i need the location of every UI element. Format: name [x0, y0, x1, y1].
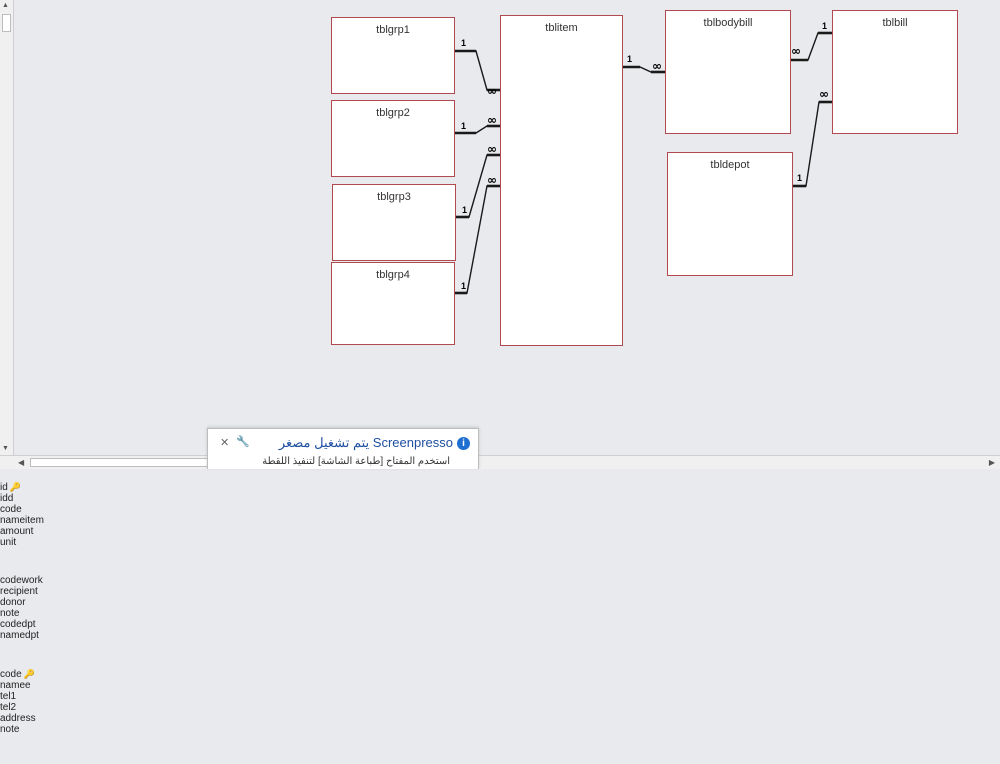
table-tbldepot[interactable]: tbldepot: [667, 152, 793, 276]
cardinality-many-label: ∞: [487, 113, 497, 127]
field-list[interactable]: ▲ ▼ id🔑iddcodenameitemamountunit: [0, 0, 112, 575]
info-icon: i: [457, 437, 470, 451]
table-tblgrp2[interactable]: tblgrp2: [331, 100, 455, 177]
field-row[interactable]: tel1: [0, 691, 112, 702]
field-row[interactable]: recipient: [0, 586, 112, 597]
field-name: id: [0, 482, 8, 493]
vertical-scroll-thumb[interactable]: [2, 14, 11, 32]
field-row[interactable]: amount: [0, 526, 112, 537]
table-title[interactable]: tbldepot: [668, 159, 792, 171]
relationship-line-grp4-item: [455, 185, 500, 294]
notification-text: استخدم المفتاح [طباعة الشاشة] لتنفيذ الل…: [262, 456, 450, 467]
cardinality-one-label: 1: [461, 38, 466, 48]
table-tblitem[interactable]: tblitem: [500, 15, 623, 346]
field-name: codework: [0, 575, 43, 586]
field-name: code: [0, 669, 22, 680]
cardinality-many-label: ∞: [487, 142, 497, 156]
field-row[interactable]: nameitem: [0, 515, 112, 526]
field-name: note: [0, 608, 20, 619]
cardinality-many-label: ∞: [652, 59, 662, 73]
field-row[interactable]: id🔑: [0, 482, 112, 493]
cardinality-one-label: 1: [822, 21, 827, 31]
field-name: note: [0, 724, 20, 735]
notification-title: i Screenpresso يتم تشغيل مصغر: [279, 435, 470, 451]
cardinality-one-label: 1: [462, 205, 467, 215]
table-title[interactable]: tblbill: [833, 17, 957, 29]
field-row[interactable]: code🔑: [0, 669, 112, 680]
field-row[interactable]: address: [0, 713, 112, 724]
field-name: codedpt: [0, 619, 36, 630]
field-name: address: [0, 713, 36, 724]
table-title[interactable]: tblgrp4: [332, 269, 454, 281]
cardinality-many-label: ∞: [791, 44, 801, 58]
cardinality-one-label: 1: [461, 281, 466, 291]
cardinality-many-label: ∞: [487, 84, 497, 98]
table-title[interactable]: tblgrp1: [332, 24, 454, 36]
field-row[interactable]: note: [0, 724, 112, 735]
cardinality-one-label: 1: [797, 173, 802, 183]
field-name: code: [0, 504, 22, 515]
close-icon[interactable]: ✕: [220, 436, 229, 449]
field-row[interactable]: tel2: [0, 702, 112, 713]
table-tblbill[interactable]: tblbill: [832, 10, 958, 134]
table-tblgrp1[interactable]: tblgrp1: [331, 17, 455, 94]
field-row[interactable]: namedpt: [0, 630, 112, 641]
scroll-right-icon[interactable]: ▶: [989, 459, 995, 467]
table-tblgrp3[interactable]: tblgrp3: [332, 184, 456, 261]
cardinality-many-label: ∞: [487, 173, 497, 187]
field-name: idd: [0, 493, 14, 504]
table-tblbodybill[interactable]: tblbodybill: [665, 10, 791, 134]
field-row[interactable]: codework: [0, 575, 112, 586]
screenpresso-notification[interactable]: ✕ 🔧 i Screenpresso يتم تشغيل مصغر استخدم …: [207, 428, 479, 469]
table-title[interactable]: tblitem: [501, 22, 622, 34]
scroll-left-icon[interactable]: ◀: [18, 459, 24, 467]
field-name: amount: [0, 526, 34, 537]
field-name: tel1: [0, 691, 17, 702]
scroll-up-icon[interactable]: ▲: [2, 2, 9, 10]
field-list[interactable]: ▲▼code🔑nameetel1tel2addressnote: [0, 0, 112, 764]
vertical-scrollbar[interactable]: ▲ ▼: [0, 0, 14, 455]
field-list[interactable]: ▲ ▼ codeworkrecipientdonornotecodedptnamed…: [0, 0, 112, 669]
table-tblgrp4[interactable]: tblgrp4: [331, 262, 455, 345]
table-title[interactable]: tblgrp2: [332, 107, 454, 119]
wrench-icon[interactable]: 🔧: [236, 435, 250, 448]
field-row[interactable]: unit: [0, 537, 112, 548]
field-row[interactable]: namee: [0, 680, 112, 691]
primary-key-icon: 🔑: [9, 482, 22, 492]
field-row[interactable]: codedpt: [0, 619, 112, 630]
field-name: namee: [0, 680, 31, 691]
scroll-down-icon[interactable]: ▼: [2, 445, 9, 453]
field-name: donor: [0, 597, 26, 608]
horizontal-scrollbar[interactable]: ◀ ▶: [0, 455, 1000, 469]
cardinality-many-label: ∞: [819, 87, 829, 101]
field-name: unit: [0, 537, 17, 548]
notification-title-text: Screenpresso يتم تشغيل مصغر: [278, 435, 453, 450]
cardinality-one-label: 1: [461, 121, 466, 131]
field-row[interactable]: note: [0, 608, 112, 619]
field-name: nameitem: [0, 515, 44, 526]
cardinality-one-label: 1: [627, 54, 632, 64]
table-title[interactable]: tblbodybill: [666, 17, 790, 29]
field-row[interactable]: donor: [0, 597, 112, 608]
field-name: namedpt: [0, 630, 39, 641]
field-row[interactable]: code: [0, 504, 112, 515]
field-name: recipient: [0, 586, 38, 597]
primary-key-icon: 🔑: [23, 669, 35, 679]
field-name: tel2: [0, 702, 17, 713]
table-title[interactable]: tblgrp3: [333, 191, 455, 203]
field-row[interactable]: idd: [0, 493, 112, 504]
